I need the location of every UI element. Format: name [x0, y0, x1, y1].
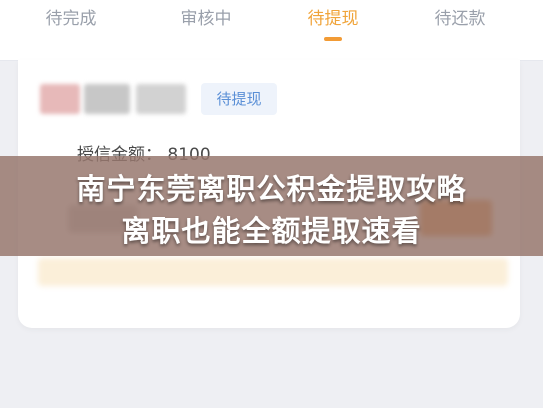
overlay-title: 南宁东莞离职公积金提取攻略 [76, 172, 467, 206]
status-tabs: 待完成 审核中 待提现 待还款 [0, 0, 543, 61]
blurred-applicant-name [40, 84, 186, 114]
active-tab-indicator [324, 37, 342, 41]
tab-pending-complete[interactable]: 待完成 [21, 4, 121, 29]
overlay-subtitle: 离职也能全额提取速看 [121, 214, 422, 248]
blurred-notice-banner [38, 258, 508, 286]
tab-pending-repayment[interactable]: 待还款 [410, 4, 510, 29]
tab-pending-withdrawal[interactable]: 待提现 [283, 4, 383, 29]
status-badge: 待提现 [201, 83, 277, 115]
tab-under-review[interactable]: 审核中 [156, 4, 256, 29]
